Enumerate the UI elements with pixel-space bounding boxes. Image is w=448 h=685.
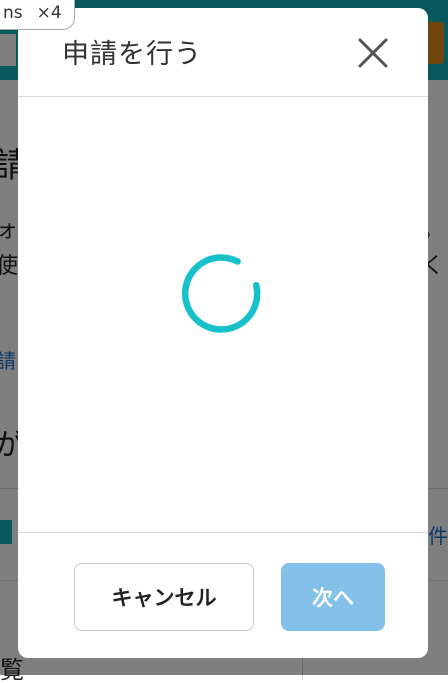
dialog-body	[18, 97, 428, 532]
dialog-title: 申請を行う	[62, 39, 202, 70]
close-icon	[358, 38, 388, 68]
apply-dialog: 申請を行う キャンセル 次へ	[18, 8, 428, 658]
dialog-footer: キャンセル 次へ	[18, 532, 428, 658]
dialog-header: 申請を行う	[18, 8, 428, 97]
badge-count: ×4	[36, 3, 62, 23]
tab-count-badge: ns ×4	[0, 0, 75, 30]
next-button[interactable]: 次へ	[281, 563, 385, 631]
badge-label: ns	[3, 3, 23, 23]
close-button[interactable]	[356, 36, 390, 70]
cancel-button[interactable]: キャンセル	[74, 563, 254, 631]
loading-spinner-icon	[181, 254, 261, 333]
